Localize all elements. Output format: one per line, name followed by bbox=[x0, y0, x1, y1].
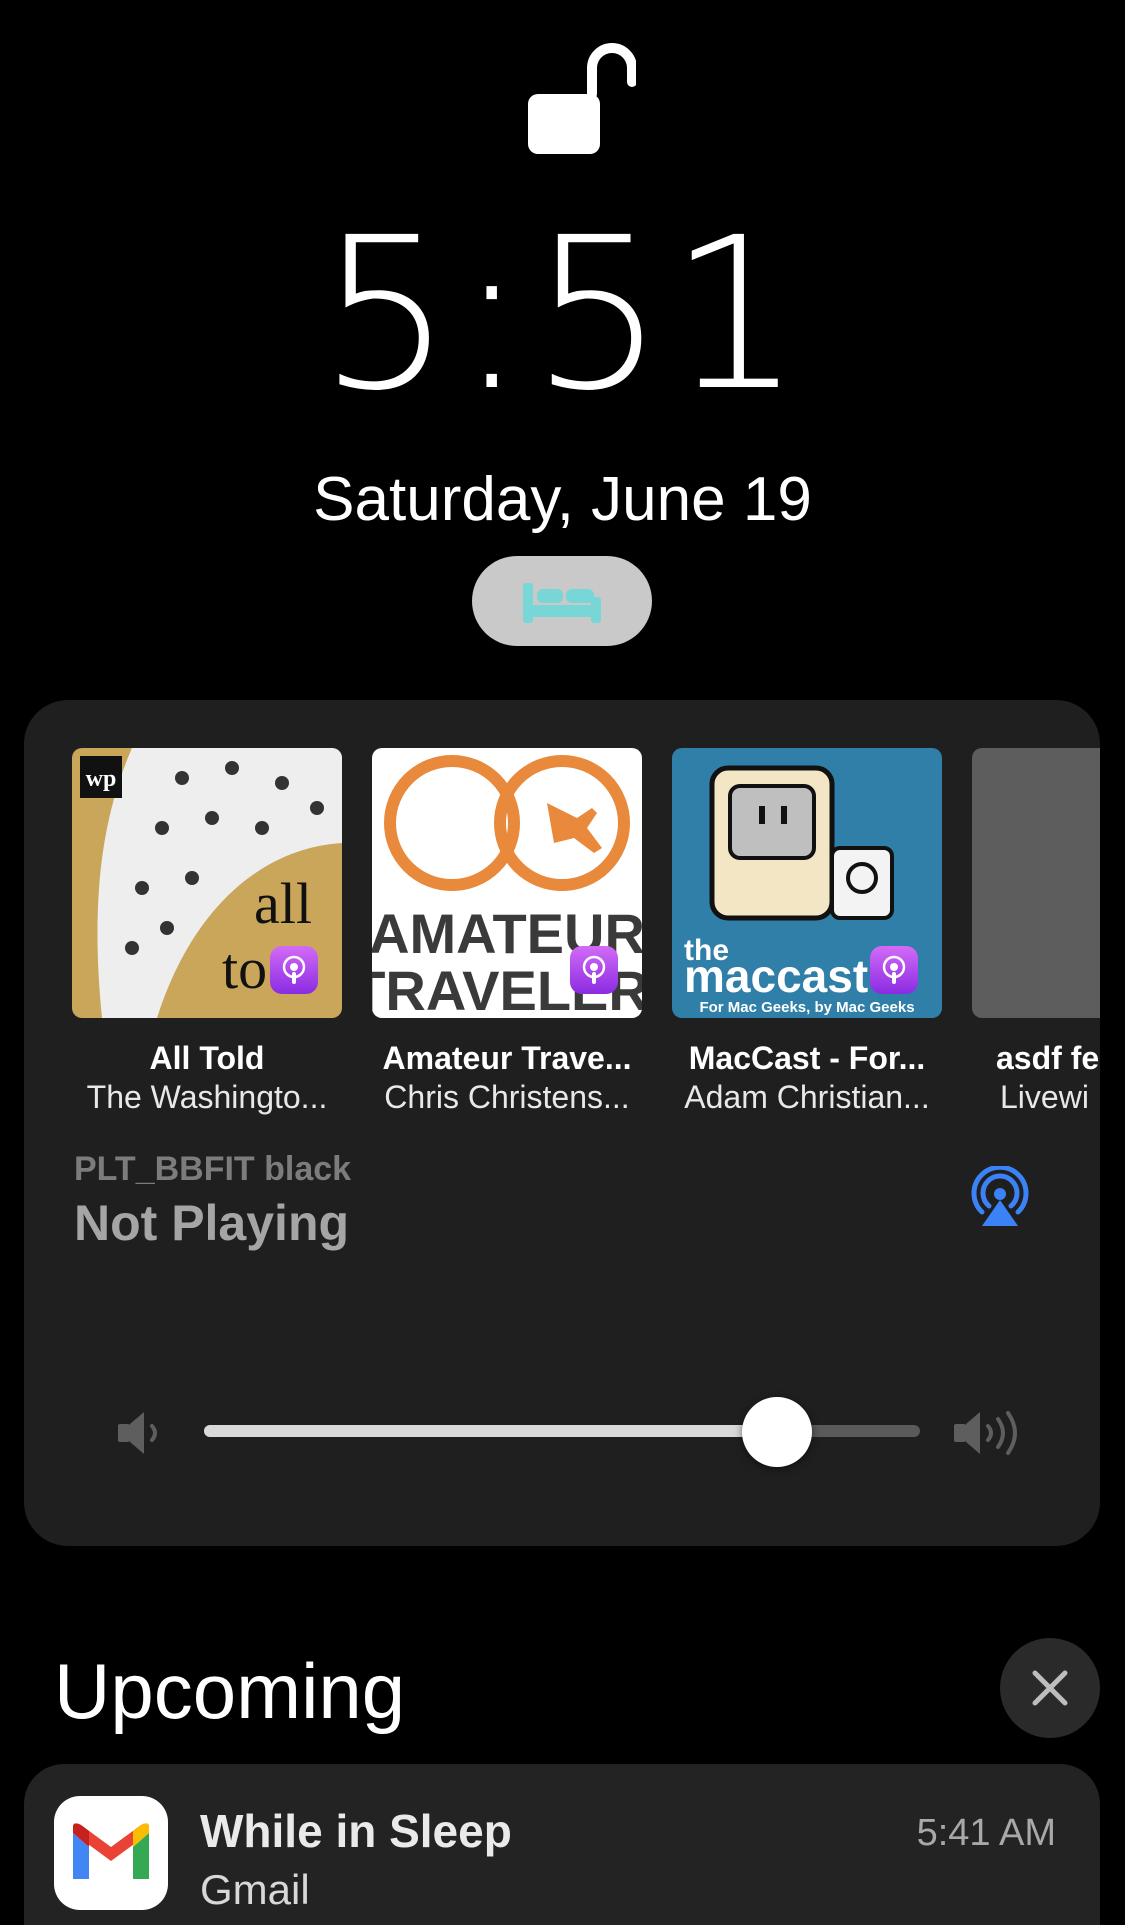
svg-text:maccast: maccast bbox=[684, 950, 868, 1002]
podcast-tile-asdf[interactable]: asdf fe Livewi bbox=[972, 748, 1100, 1116]
podcasts-app-icon bbox=[570, 946, 618, 994]
notification-time: 5:41 AM bbox=[916, 1812, 1056, 1854]
podcast-title: asdf fe bbox=[996, 1040, 1100, 1076]
podcasts-app-icon bbox=[870, 946, 918, 994]
podcast-artwork: wp all to bbox=[72, 748, 342, 1018]
sleep-focus-button[interactable] bbox=[472, 556, 652, 646]
volume-slider[interactable] bbox=[204, 1425, 920, 1437]
notification-app: Gmail bbox=[200, 1866, 310, 1913]
volume-slider-fill bbox=[204, 1425, 777, 1437]
podcast-title: Amateur Trave... bbox=[382, 1040, 632, 1076]
upcoming-heading: Upcoming bbox=[54, 1647, 406, 1735]
podcast-artwork: AMATEUR TRAVELER bbox=[372, 748, 642, 1018]
unlocked-padlock-icon bbox=[526, 42, 637, 157]
podcast-tile-all-told[interactable]: wp all to All Told The Washingto... bbox=[72, 748, 342, 1116]
playback-status: Not Playing bbox=[74, 1195, 350, 1251]
clock-date: Saturday, June 19 bbox=[313, 465, 812, 534]
close-button[interactable] bbox=[1000, 1638, 1100, 1738]
volume-low-icon bbox=[114, 1408, 170, 1463]
gmail-icon bbox=[54, 1796, 168, 1910]
notification-card[interactable]: While in Sleep Gmail 5:41 AM bbox=[24, 1764, 1100, 1925]
podcast-artwork: the maccast For Mac Geeks, by Mac Geeks bbox=[672, 748, 942, 1018]
notification-title: While in Sleep bbox=[200, 1805, 512, 1857]
wp-logo: wp bbox=[86, 766, 117, 792]
svg-text:For Mac Geeks, by Mac Geeks: For Mac Geeks, by Mac Geeks bbox=[699, 999, 914, 1016]
podcast-author: The Washingto... bbox=[86, 1079, 328, 1115]
now-playing-widget: wp all to All Told The Washingto... AMAT… bbox=[24, 700, 1100, 1546]
bed-icon bbox=[523, 583, 601, 623]
svg-text:all: all bbox=[254, 871, 312, 936]
podcast-author: Adam Christian... bbox=[684, 1079, 930, 1115]
podcast-tile-maccast[interactable]: the maccast For Mac Geeks, by Mac Geeks … bbox=[672, 748, 942, 1116]
svg-text:to: to bbox=[222, 936, 267, 1001]
podcast-title: MacCast - For... bbox=[688, 1040, 926, 1076]
podcast-author: Chris Christens... bbox=[384, 1079, 630, 1115]
lock-screen: 5:51 Saturday, June 19 wp all to All Tol… bbox=[0, 0, 1125, 1925]
podcast-tile-amateur-traveler[interactable]: AMATEUR TRAVELER Amateur Trave... Chris … bbox=[372, 748, 642, 1116]
podcast-author: Livewi bbox=[1000, 1079, 1089, 1115]
output-device-name: PLT_BBFIT black bbox=[74, 1150, 352, 1188]
volume-high-icon bbox=[950, 1408, 1026, 1463]
airplay-audio-icon[interactable] bbox=[968, 1164, 1032, 1230]
podcast-title: All Told bbox=[149, 1040, 265, 1076]
close-icon bbox=[1032, 1670, 1068, 1706]
podcast-artwork bbox=[972, 748, 1100, 1018]
podcasts-app-icon bbox=[270, 946, 318, 994]
volume-slider-thumb[interactable] bbox=[741, 1397, 812, 1467]
clock-time: 5:51 bbox=[318, 192, 807, 437]
